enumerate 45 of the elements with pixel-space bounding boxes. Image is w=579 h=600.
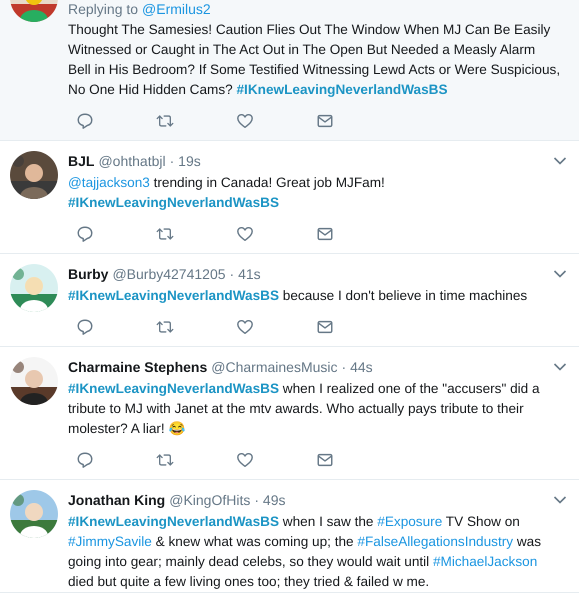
envelope-icon[interactable]	[316, 318, 334, 336]
heart-icon[interactable]	[236, 318, 254, 336]
hashtag-link[interactable]: @tajjackson3	[68, 175, 150, 190]
tweet-time[interactable]: · 44s	[342, 357, 373, 377]
caret-icon[interactable]	[553, 156, 567, 166]
user-handle[interactable]: @KingOfHits	[169, 490, 250, 510]
user-handle[interactable]: @Burby42741205	[112, 264, 226, 284]
hashtag-link[interactable]: #IKnewLeavingNeverlandWasBS	[236, 82, 448, 97]
hashtag-link[interactable]: #IKnewLeavingNeverlandWasBS	[68, 514, 280, 529]
hashtag-link[interactable]: #MichaelJackson	[432, 554, 538, 569]
hashtag-link[interactable]: #IKnewLeavingNeverlandWasBS	[68, 288, 280, 303]
caret-icon[interactable]	[553, 362, 567, 372]
replying-to-text: Replying to	[68, 0, 138, 18]
envelope-icon[interactable]	[316, 112, 334, 130]
user-name[interactable]: Burby	[68, 264, 108, 284]
hashtag-link[interactable]: #FalseAllegationsIndustry	[357, 534, 514, 549]
caret-icon[interactable]	[553, 495, 567, 505]
hashtag-link[interactable]: #IKnewLeavingNeverlandWasBS	[68, 381, 280, 396]
reply-icon[interactable]	[76, 451, 94, 469]
tweet-text: #IKnewLeavingNeverlandWasBS because I don't believe in time machines	[68, 287, 528, 305]
user-name[interactable]: BJL	[68, 151, 94, 171]
tweet-time[interactable]: · 19s	[170, 151, 201, 171]
reply-icon[interactable]	[76, 225, 94, 243]
tweet-text: @tajjackson3 trending in Canada! Great job MJFam! #IKnewLeavingNeverlandWasBS	[68, 174, 386, 212]
hashtag-link[interactable]: #Exposure	[377, 514, 442, 529]
hashtag-link[interactable]: #IKnewLeavingNeverlandWasBS	[68, 195, 280, 210]
user-name[interactable]: Charmaine Stephens	[68, 357, 208, 377]
envelope-icon[interactable]	[316, 225, 334, 243]
caret-icon[interactable]	[553, 269, 567, 279]
hashtag-link[interactable]: #JimmySavile	[68, 534, 152, 549]
envelope-icon[interactable]	[316, 451, 334, 469]
user-name[interactable]: Jonathan King	[68, 490, 166, 510]
tweet-text: #IKnewLeavingNeverlandWasBS when I realized one of the "accusers" did a tribute to MJ with Janet at the mtv awards. Who actually pays tribute to their molester? A liar! 😂	[68, 380, 541, 438]
tweet-time[interactable]: · 49s	[254, 490, 286, 510]
tweet-time[interactable]: · 41s	[230, 264, 261, 284]
reply-icon[interactable]	[76, 112, 94, 130]
heart-icon[interactable]	[236, 112, 254, 130]
heart-icon[interactable]	[236, 225, 254, 243]
tweet-text: Thought The Samesies! Caution Flies Out The Window When MJ Can Be Easily Witnessed or Caught in The Act Out in The Open But Needed a Measly Alarm Bell in His Bedroom? If Some Testified Witnessing Lewd Acts or Were Suspicious, No One Hid Hidden Cams? #IKnewLeavingNeverlandWasBS	[68, 21, 562, 99]
heart-icon[interactable]	[236, 451, 254, 469]
user-handle[interactable]: @ohthatbjl	[98, 151, 166, 171]
user-handle[interactable]: @CharmainesMusic	[211, 357, 338, 377]
mention-link[interactable]: @Ermilus2	[142, 0, 211, 18]
reply-icon[interactable]	[76, 318, 94, 336]
tweet-text: #IKnewLeavingNeverlandWasBS when I saw the #Exposure TV Show on #JimmySavile & knew what was coming up; the #FalseAllegationsIndustry was going into gear; mainly dead celebs, so they would wait until #MichaelJackson died but quite a few living ones too; they tried & failed w me.	[68, 513, 542, 591]
